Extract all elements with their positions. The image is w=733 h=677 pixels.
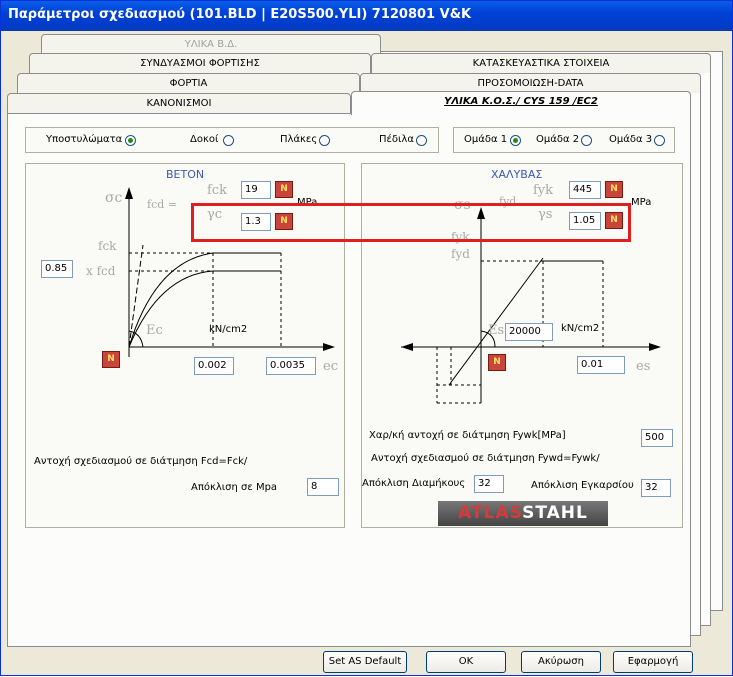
logo-stahl-text: STAHL [522,503,588,523]
trans-deviation-label: Απόκλιση Εγκαρσίου [531,480,634,491]
long-deviation-label: Απόκλιση Διαμήκους [362,478,466,489]
design-shear-text: Αντοχή σχεδιασμού σε διάτμηση Fywd=Fywk/ [371,453,600,464]
radio-footings[interactable] [416,135,427,146]
calc-fck-icon[interactable]: N [275,181,293,198]
deviation-label: Απόκλιση σε Mpa [191,482,278,493]
trans-deviation-input[interactable]: 32 [641,479,671,497]
fyk-unit: MPa [631,197,652,208]
sym-sigma-c: σc [105,190,123,206]
char-strength-input[interactable]: 500 [641,429,673,447]
atlas-stahl-logo: ATLASSTAHL [438,501,608,526]
highlight-box [191,203,631,242]
sym-fck-axis: fck [98,239,117,253]
radio-label-footings: Πέδιλα [379,134,414,145]
sym-Ec: Ec [146,323,163,338]
radio-label-slabs: Πλάκες [280,134,318,145]
sym-Es: Es [488,323,505,338]
sym-es: es [636,359,651,374]
sym-fyd-axis: fyd [451,247,470,261]
radio-label-beams: Δοκοί [190,134,219,145]
alpha-input[interactable]: 0.85 [41,260,73,278]
concrete-y-arrow [125,187,133,199]
radio-label-columns: Υποστυλώματα [46,134,123,145]
radio-label-group1: Ομάδα 1 [464,134,508,145]
sym-fck: fck [207,183,227,198]
radio-label-group3: Ομάδα 3 [609,134,653,145]
calc-steel-icon[interactable]: N [488,354,506,371]
radio-group2[interactable] [581,135,592,146]
char-strength-label: Χαρ/κή αντοχή σε διάτμηση Fywk[MPa] [369,430,566,441]
radio-beams[interactable] [223,135,234,146]
radio-group3[interactable] [654,135,665,146]
logo-atlas-text: ATLAS [458,503,523,523]
concrete-shear-text: Αντοχή σχεδιασμού σε διάτμηση Fcd=Fck/ [34,456,248,467]
fck-input[interactable]: 19 [241,181,271,199]
eps1-input[interactable]: 0.002 [194,357,234,375]
sym-ec: ec [323,359,338,374]
calc-concrete-icon[interactable]: N [102,351,120,368]
fyk-input[interactable]: 445 [569,181,601,199]
steel-x-arrow-left [401,343,413,351]
sym-fyk: fyk [533,183,554,198]
concrete-modulus-unit: kN/cm2 [209,324,248,335]
calc-fyk-icon[interactable]: N [605,181,623,198]
sym-x-fcd: x fcd [86,264,116,278]
radio-label-group2: Ομάδα 2 [536,134,580,145]
dialog-window: Παράμετροι σχεδιασμού (101.BLD | E20S500… [0,0,733,676]
radio-columns[interactable] [125,135,136,146]
Es-input[interactable]: 20000 [505,323,553,341]
deviation-input[interactable]: 8 [307,478,339,496]
concrete-x-arrow [323,343,335,351]
steel-x-arrow-right [649,343,661,351]
long-deviation-input[interactable]: 32 [474,475,504,493]
eps2-input[interactable]: 0.0035 [266,357,316,375]
set-default-button[interactable]: Set AS Default [323,651,407,673]
content-layer: Υποστυλώματα Δοκοί Πλάκες Πέδιλα Ομάδα 1… [1,1,733,677]
radio-group1[interactable] [510,135,521,146]
apply-button[interactable]: Εφαρμογή [613,651,693,673]
cancel-button[interactable]: Ακύρωση [521,651,601,673]
sym-fcd-eq: fcd = [147,198,177,211]
eps-s-input[interactable]: 0.01 [577,356,625,374]
Es-unit: kN/cm2 [561,323,600,334]
ok-button[interactable]: OK [426,651,506,673]
radio-slabs[interactable] [319,135,330,146]
